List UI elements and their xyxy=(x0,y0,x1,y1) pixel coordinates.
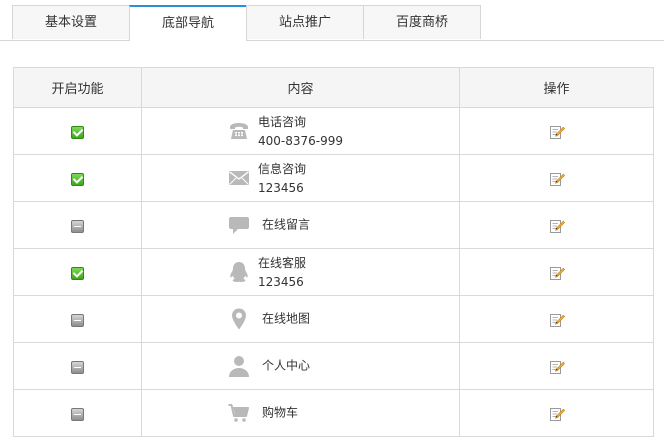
table-row: 购物车 xyxy=(13,389,654,437)
disabled-checkbox[interactable] xyxy=(71,219,84,233)
edit-icon[interactable] xyxy=(549,171,565,187)
enable-cell xyxy=(13,154,142,202)
tab-bar: 基本设置 底部导航 站点推广 百度商桥 xyxy=(0,0,664,41)
enable-cell xyxy=(13,342,142,390)
action-cell xyxy=(459,248,654,296)
table-header-row: 开启功能 内容 操作 xyxy=(13,67,654,108)
tab-baidu-bridge[interactable]: 百度商桥 xyxy=(363,5,481,39)
table-row: 在线客服 123456 xyxy=(13,248,654,296)
tab-basic-settings[interactable]: 基本设置 xyxy=(12,5,130,39)
content-text: 在线地图 xyxy=(262,310,310,329)
action-cell xyxy=(459,389,654,437)
content-cell: 购物车 xyxy=(141,389,460,437)
disabled-checkbox[interactable] xyxy=(71,360,84,374)
item-title: 在线留言 xyxy=(262,217,311,232)
edit-icon[interactable] xyxy=(549,312,565,328)
content-text: 在线客服 123456 xyxy=(258,254,306,292)
enable-cell xyxy=(13,248,142,296)
disabled-checkbox[interactable] xyxy=(71,313,84,327)
table-row: 信息咨询 123456 xyxy=(13,154,654,202)
item-detail: 400-8376-999 xyxy=(258,134,344,148)
item-title: 信息咨询 xyxy=(258,162,307,176)
item-title: 购物车 xyxy=(262,405,299,420)
content-cell: 电话咨询 400-8376-999 xyxy=(141,107,460,155)
action-cell xyxy=(459,154,654,202)
content-text: 购物车 xyxy=(262,404,298,423)
item-title: 在线地图 xyxy=(262,311,311,326)
map-pin-icon xyxy=(227,307,251,331)
enabled-checkbox[interactable] xyxy=(71,125,84,139)
bottom-nav-table: 开启功能 内容 操作 电话咨询 400-8376-999 信息咨询 123456… xyxy=(13,67,654,437)
action-cell xyxy=(459,295,654,343)
user-icon xyxy=(227,354,251,378)
edit-icon[interactable] xyxy=(549,124,565,140)
table-row: 个人中心 xyxy=(13,342,654,390)
edit-icon[interactable] xyxy=(549,359,565,375)
chat-bubble-icon xyxy=(227,213,251,237)
enable-cell xyxy=(13,295,142,343)
tab-site-promotion[interactable]: 站点推广 xyxy=(246,5,364,39)
tab-divider xyxy=(0,40,664,41)
content-text: 在线留言 xyxy=(262,216,310,235)
action-cell xyxy=(459,201,654,249)
item-title: 个人中心 xyxy=(262,358,311,373)
content-cell: 信息咨询 123456 xyxy=(141,154,460,202)
header-enable: 开启功能 xyxy=(13,67,142,108)
action-cell xyxy=(459,107,654,155)
header-content: 内容 xyxy=(141,67,460,108)
qq-penguin-icon xyxy=(227,260,251,284)
content-cell: 在线客服 123456 xyxy=(141,248,460,296)
item-title: 电话咨询 xyxy=(258,115,307,129)
cart-icon xyxy=(227,401,251,425)
enable-cell xyxy=(13,201,142,249)
enable-cell xyxy=(13,389,142,437)
table-row: 在线地图 xyxy=(13,295,654,343)
content-text: 信息咨询 123456 xyxy=(258,160,306,198)
table-row: 在线留言 xyxy=(13,201,654,249)
enabled-checkbox[interactable] xyxy=(71,266,84,280)
enabled-checkbox[interactable] xyxy=(71,172,84,186)
content-text: 个人中心 xyxy=(262,357,310,376)
content-cell: 个人中心 xyxy=(141,342,460,390)
disabled-checkbox[interactable] xyxy=(71,407,84,421)
item-detail: 123456 xyxy=(258,275,304,289)
content-cell: 在线地图 xyxy=(141,295,460,343)
edit-icon[interactable] xyxy=(549,218,565,234)
envelope-icon xyxy=(227,166,251,190)
content-text: 电话咨询 400-8376-999 xyxy=(258,113,343,151)
phone-icon xyxy=(227,119,251,143)
edit-icon[interactable] xyxy=(549,265,565,281)
item-title: 在线客服 xyxy=(258,256,307,270)
edit-icon[interactable] xyxy=(549,406,565,422)
header-action: 操作 xyxy=(459,67,654,108)
tab-bottom-navigation[interactable]: 底部导航 xyxy=(129,5,247,41)
table-row: 电话咨询 400-8376-999 xyxy=(13,107,654,155)
enable-cell xyxy=(13,107,142,155)
action-cell xyxy=(459,342,654,390)
content-cell: 在线留言 xyxy=(141,201,460,249)
item-detail: 123456 xyxy=(258,181,304,195)
